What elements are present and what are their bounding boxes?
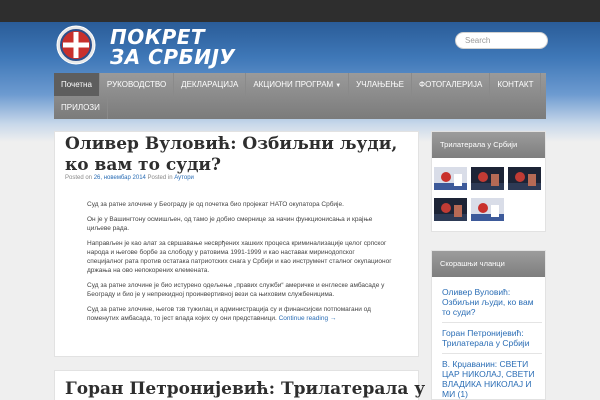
nav-item-action-program-label: АКЦИОНИ ПРОГРАМ xyxy=(253,80,334,89)
search-placeholder: Search xyxy=(465,36,491,45)
widget-title: Трилатерала у Србији xyxy=(432,132,545,158)
nav-row-2: ПРИЛОЗИ xyxy=(54,96,108,119)
nav-item-attachments[interactable]: ПРИЛОЗИ xyxy=(54,96,108,119)
top-bar xyxy=(0,0,600,22)
post-body: Суд за ратне злочине у Београду је од по… xyxy=(87,200,392,329)
post-article-2: Горан Петронијевић: Трилатерала у xyxy=(54,370,425,400)
continue-reading-link[interactable]: Continue reading → xyxy=(279,315,337,322)
sidebar-widget-trilateral: Трилатерала у Србији xyxy=(431,131,546,232)
post-paragraph: Он је у Вашингтону осмишљен, од тамо је … xyxy=(87,216,373,232)
divider xyxy=(442,322,542,323)
site-title-line2: ЗА СРБИЈУ xyxy=(110,45,236,69)
recent-post-link[interactable]: Оливер Вуловић: Озбиљни људи, ко вам то … xyxy=(442,287,542,317)
nav-item-membership[interactable]: УЧЛАЊЕЊЕ xyxy=(349,73,413,96)
divider xyxy=(442,353,542,354)
nav-row-1: Почетна РУКОВОДСТВО ДЕКЛАРАЦИЈА АКЦИОНИ … xyxy=(54,73,542,96)
post-paragraph: Направљен је као алат за свршавање несвр… xyxy=(87,240,392,274)
posted-on-label: Posted on xyxy=(65,175,93,181)
posted-in-label: Posted in xyxy=(147,175,173,181)
post-paragraph: Суд за ратне злочине у Београду је од по… xyxy=(87,201,344,208)
recent-post-link[interactable]: В. Крџаванин: СВЕТИ ЦАР НИКОЛАЈ, СВЕТИ В… xyxy=(442,359,542,399)
recent-post-link[interactable]: Горан Петронијевић: Трилатерала у Србији xyxy=(442,328,542,348)
post-meta: Posted on 26, новембар 2014 Posted in Ау… xyxy=(65,175,194,181)
caret-down-icon: ▼ xyxy=(335,83,342,89)
site-title-line1: ПОКРЕТ xyxy=(110,25,206,49)
main-navigation: Почетна РУКОВОДСТВО ДЕКЛАРАЦИЈА АКЦИОНИ … xyxy=(54,73,546,119)
post-paragraph: Суд за ратне злочине је био истурено оде… xyxy=(87,282,385,298)
sidebar-widget-recent-posts: Скорашњи чланци Оливер Вуловић: Озбиљни … xyxy=(431,250,546,400)
post-date-link[interactable]: 26, новембар 2014 xyxy=(94,175,146,181)
nav-item-contact[interactable]: КОНТАКТ xyxy=(490,73,542,96)
post-title-2[interactable]: Горан Петронијевић: Трилатерала у xyxy=(65,379,425,400)
post-title[interactable]: Оливер Вуловић: Озбиљни људи, ко вам то … xyxy=(65,134,415,176)
post-category-link[interactable]: Аутори xyxy=(174,175,194,181)
gallery-thumbnail[interactable] xyxy=(434,198,467,221)
post-article: Оливер Вуловић: Озбиљни људи, ко вам то … xyxy=(54,131,419,357)
nav-item-home[interactable]: Почетна xyxy=(54,73,100,96)
recent-posts-list: Оливер Вуловић: Озбиљни људи, ко вам то … xyxy=(442,287,542,399)
widget-title: Скорашњи чланци xyxy=(432,251,545,277)
nav-item-declaration[interactable]: ДЕКЛАРАЦИЈА xyxy=(174,73,247,96)
nav-item-leadership[interactable]: РУКОВОДСТВО xyxy=(100,73,175,96)
site-title[interactable]: ПОКРЕТ ЗА СРБИЈУ xyxy=(110,27,235,67)
gallery-thumbnail[interactable] xyxy=(508,167,541,190)
emblem-icon[interactable] xyxy=(56,25,96,65)
gallery-thumbnail[interactable] xyxy=(471,198,504,221)
post-paragraph-last: Суд за ратне злочине, његов тзв тужилац … xyxy=(87,305,392,323)
gallery-thumbnail[interactable] xyxy=(434,167,467,190)
nav-item-photogallery[interactable]: ФОТОГАЛЕРИЈА xyxy=(412,73,491,96)
search-input[interactable]: Search xyxy=(455,32,548,49)
gallery-thumbnail[interactable] xyxy=(471,167,504,190)
nav-item-action-program[interactable]: АКЦИОНИ ПРОГРАМ ▼ xyxy=(246,73,350,96)
